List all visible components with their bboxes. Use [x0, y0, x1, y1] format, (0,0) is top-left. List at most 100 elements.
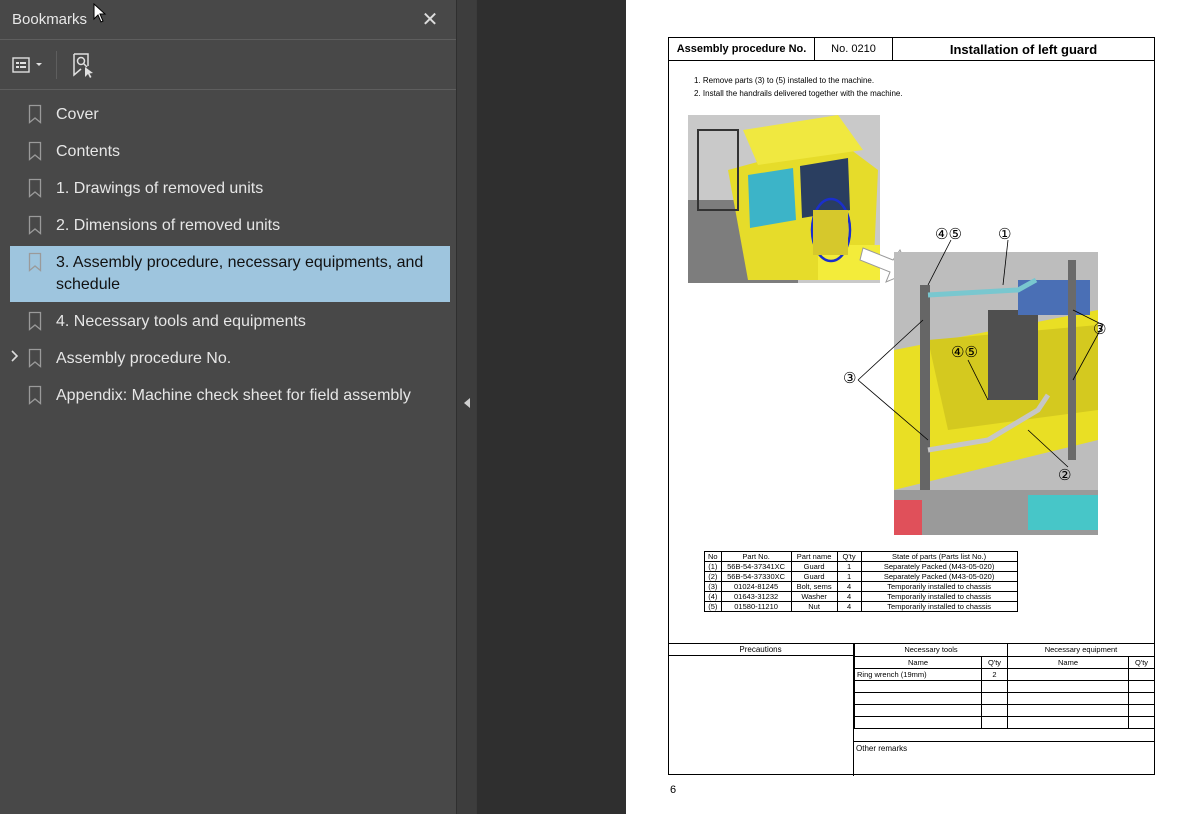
empty-cell: [1007, 704, 1129, 717]
empty-cell: [1007, 692, 1129, 705]
empty-cell: [854, 680, 982, 693]
parts-cell: (3): [704, 581, 722, 592]
bookmark-label: 3. Assembly procedure, necessary equipme…: [56, 254, 424, 293]
equipment-qty-cell: [1128, 668, 1155, 681]
panel-splitter[interactable]: [456, 0, 476, 814]
parts-cell: (1): [704, 561, 722, 572]
bookmark-icon: [28, 104, 56, 124]
empty-cell: [981, 680, 1008, 693]
table-row: (5) 01580-11210 Nut 4 Temporarily installed …: [704, 601, 1018, 612]
bookmarks-header: Bookmarks ✕: [0, 0, 456, 40]
document-page: Assembly procedure No. No. 0210 Installa…: [626, 0, 1200, 814]
procedure-title: Installation of left guard: [949, 41, 1098, 57]
bookmark-label: 4. Necessary tools and equipments: [56, 313, 306, 330]
parts-cell: Temporarily installed to chassis: [860, 591, 1018, 602]
table-row: (4) 01643-31232 Washer 4 Temporarily install…: [704, 591, 1018, 602]
instruction-1: 1. Remove parts (3) to (5) installed to …: [694, 76, 875, 85]
bookmark-label: 1. Drawings of removed units: [56, 180, 264, 197]
equipment-heading: Necessary equipment: [1007, 644, 1155, 657]
empty-cell: [1128, 692, 1155, 705]
table-row: (2) 56B-54-37330XC Guard 1 Separately Packed…: [704, 571, 1018, 582]
callout-1: ①: [998, 225, 1011, 243]
bookmark-item[interactable]: 3. Assembly procedure, necessary equipme…: [10, 246, 450, 302]
bookmark-item[interactable]: 2. Dimensions of removed units: [10, 209, 450, 243]
header-label: Assembly procedure No.: [669, 38, 815, 60]
tools-equipment-table: Necessary tools Necessary equipment Name…: [854, 644, 1155, 729]
parts-cell: Nut: [790, 601, 838, 612]
options-dropdown-button[interactable]: [12, 56, 44, 74]
table-row: (1) 56B-54-37341XC Guard 1 Separately Packed…: [704, 561, 1018, 572]
tool-name-cell: Ring wrench (19mm): [854, 668, 982, 681]
parts-cell: (2): [704, 571, 722, 582]
bookmark-label: 2. Dimensions of removed units: [56, 217, 281, 234]
parts-cell: Washer: [790, 591, 838, 602]
parts-header-cell: Q'ty: [836, 551, 862, 562]
requirements-section: Precautions Necessary tools Necessary eq…: [668, 643, 1155, 776]
parts-cell: Separately Packed (M43-05-020): [860, 561, 1018, 572]
procedure-header: Assembly procedure No. No. 0210 Installa…: [668, 37, 1155, 61]
bookmark-item[interactable]: 1. Drawings of removed units: [10, 172, 450, 206]
bookmark-icon: [28, 252, 56, 272]
parts-cell: 01643-31232: [720, 591, 792, 602]
parts-cell: 4: [836, 591, 862, 602]
parts-header-row: No Part No. Part name Q'ty State of parts (P…: [704, 551, 1018, 562]
chevron-right-icon[interactable]: [10, 348, 28, 368]
list-options-icon: [12, 56, 30, 73]
callout-4-5-top: ④⑤: [935, 225, 962, 243]
parts-header-cell: Part No.: [720, 551, 792, 562]
callout-2: ②: [1058, 466, 1071, 484]
bookmark-icon: [28, 141, 56, 161]
parts-cell: Bolt, sems: [790, 581, 838, 592]
empty-cell: [1128, 704, 1155, 717]
bookmark-item[interactable]: Appendix: Machine check sheet for field …: [10, 379, 450, 413]
bookmarks-toolbar: [0, 40, 456, 90]
bookmark-icon: [28, 385, 56, 405]
assembly-illustration: ④⑤ ① ③ ④⑤ ③ ②: [688, 115, 1106, 535]
tools-heading: Necessary tools: [854, 644, 1008, 657]
equipment-qty-header: Q'ty: [1128, 656, 1155, 669]
bookmark-label: Assembly procedure No.: [56, 350, 232, 367]
bookmark-icon: [28, 215, 56, 235]
bookmark-item[interactable]: Cover: [10, 98, 450, 132]
parts-cell: 56B-54-37330XC: [720, 571, 792, 582]
parts-header-cell: No: [704, 551, 722, 562]
bookmark-label: Contents: [56, 143, 121, 160]
empty-cell: [981, 716, 1008, 729]
bookmark-item[interactable]: Assembly procedure No.: [10, 342, 450, 376]
tool-name-header: Name: [854, 656, 982, 669]
parts-cell: 01580-11210: [720, 601, 792, 612]
chevron-down-icon: [36, 62, 42, 66]
equipment-name-header: Name: [1007, 656, 1129, 669]
empty-cell: [981, 704, 1008, 717]
bookmark-icon: [28, 311, 56, 331]
empty-cell: [1007, 680, 1129, 693]
bookmark-icon: [28, 348, 56, 368]
parts-cell: Separately Packed (M43-05-020): [860, 571, 1018, 582]
parts-table: No Part No. Part name Q'ty State of parts (P…: [704, 551, 1018, 612]
parts-cell: 01024-81245: [720, 581, 792, 592]
parts-header-cell: Part name: [790, 551, 838, 562]
bookmark-icon: [28, 178, 56, 198]
callout-3-left: ③: [843, 369, 856, 387]
collapse-panel-arrow-icon[interactable]: [464, 398, 470, 408]
bookmark-search-icon: [73, 52, 93, 78]
page-number: 6: [670, 784, 677, 796]
document-viewer[interactable]: Assembly procedure No. No. 0210 Installa…: [477, 0, 1200, 814]
parts-header-cell: State of parts (Parts list No.): [860, 551, 1018, 562]
bookmark-item[interactable]: Contents: [10, 135, 450, 169]
panel-title: Bookmarks: [12, 11, 88, 28]
parts-cell: 1: [836, 561, 862, 572]
empty-cell: [854, 716, 982, 729]
empty-cell: [1128, 680, 1155, 693]
find-bookmark-button[interactable]: [71, 52, 95, 78]
parts-cell: Guard: [790, 571, 838, 582]
parts-cell: 1: [836, 571, 862, 582]
tool-qty-header: Q'ty: [981, 656, 1008, 669]
empty-cell: [1007, 716, 1129, 729]
toolbar-divider: [56, 50, 57, 79]
callout-3-right: ③: [1093, 320, 1106, 338]
bookmark-item[interactable]: 4. Necessary tools and equipments: [10, 305, 450, 339]
empty-cell: [981, 692, 1008, 705]
empty-cell: [1128, 716, 1155, 729]
close-icon[interactable]: ✕: [418, 10, 442, 30]
